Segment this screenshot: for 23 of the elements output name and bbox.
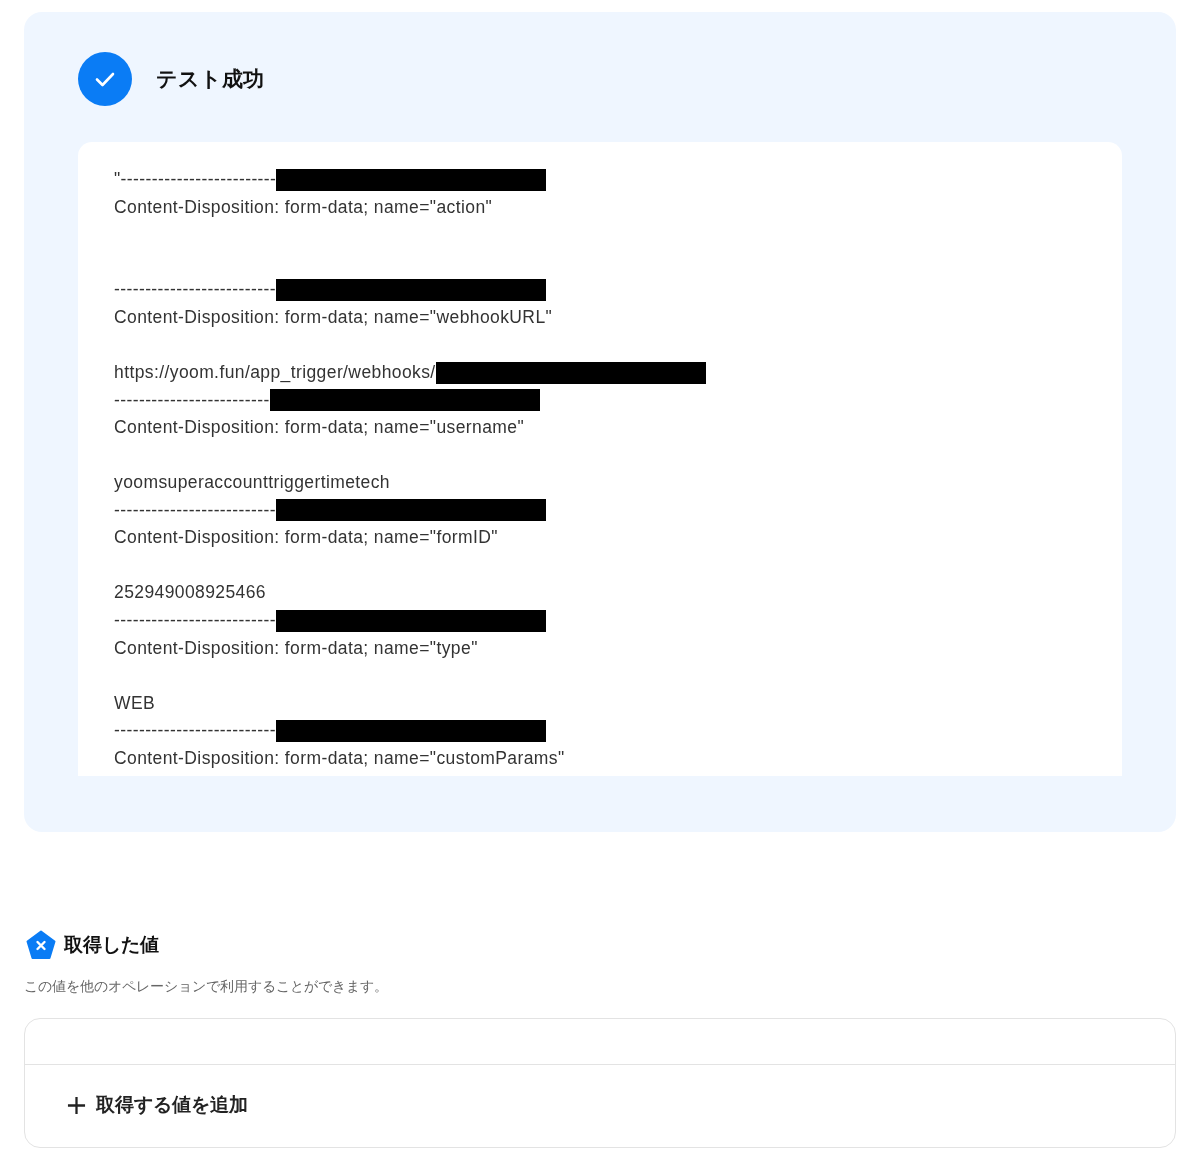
output-line: -------------------------- bbox=[114, 610, 276, 631]
output-line: Content-Disposition: form-data; name="type" bbox=[114, 637, 478, 659]
output-line: Content-Disposition: form-data; name="action" bbox=[114, 196, 493, 218]
output-line: ------------------------- bbox=[114, 389, 270, 411]
check-icon bbox=[78, 52, 132, 106]
output-line: -------------------------- bbox=[114, 279, 276, 301]
output-line: https://yoom.fun/app_trigger/webhooks/ bbox=[114, 362, 436, 384]
plus-icon bbox=[67, 1095, 86, 1115]
section-description: この値を他のオペレーションで利用することができます。 bbox=[24, 978, 389, 996]
result-title: テスト成功 bbox=[156, 66, 264, 93]
output-line: -------------------------- bbox=[114, 720, 276, 742]
section-title: 取得した値 bbox=[64, 932, 159, 957]
output-line: Content-Disposition: form-data; name="username" bbox=[114, 417, 525, 439]
output-line: -------------------------- bbox=[114, 499, 276, 521]
output-line: WEB bbox=[114, 692, 156, 714]
output-line: yoomsuperaccounttriggertimetech bbox=[114, 472, 390, 494]
output-line: Content-Disposition: form-data; name="webhookURL" bbox=[114, 307, 553, 328]
output-line: Content-Disposition: form-data; name="formID" bbox=[114, 527, 498, 549]
output-line: 252949008925466 bbox=[114, 582, 266, 604]
output-line: Content-Disposition: form-data; name="customParams" bbox=[114, 747, 565, 769]
output-line: "------------------------- bbox=[114, 169, 277, 191]
pentagon-x-icon bbox=[26, 930, 56, 960]
add-value-button[interactable]: 取得する値を追加 bbox=[25, 1065, 288, 1147]
